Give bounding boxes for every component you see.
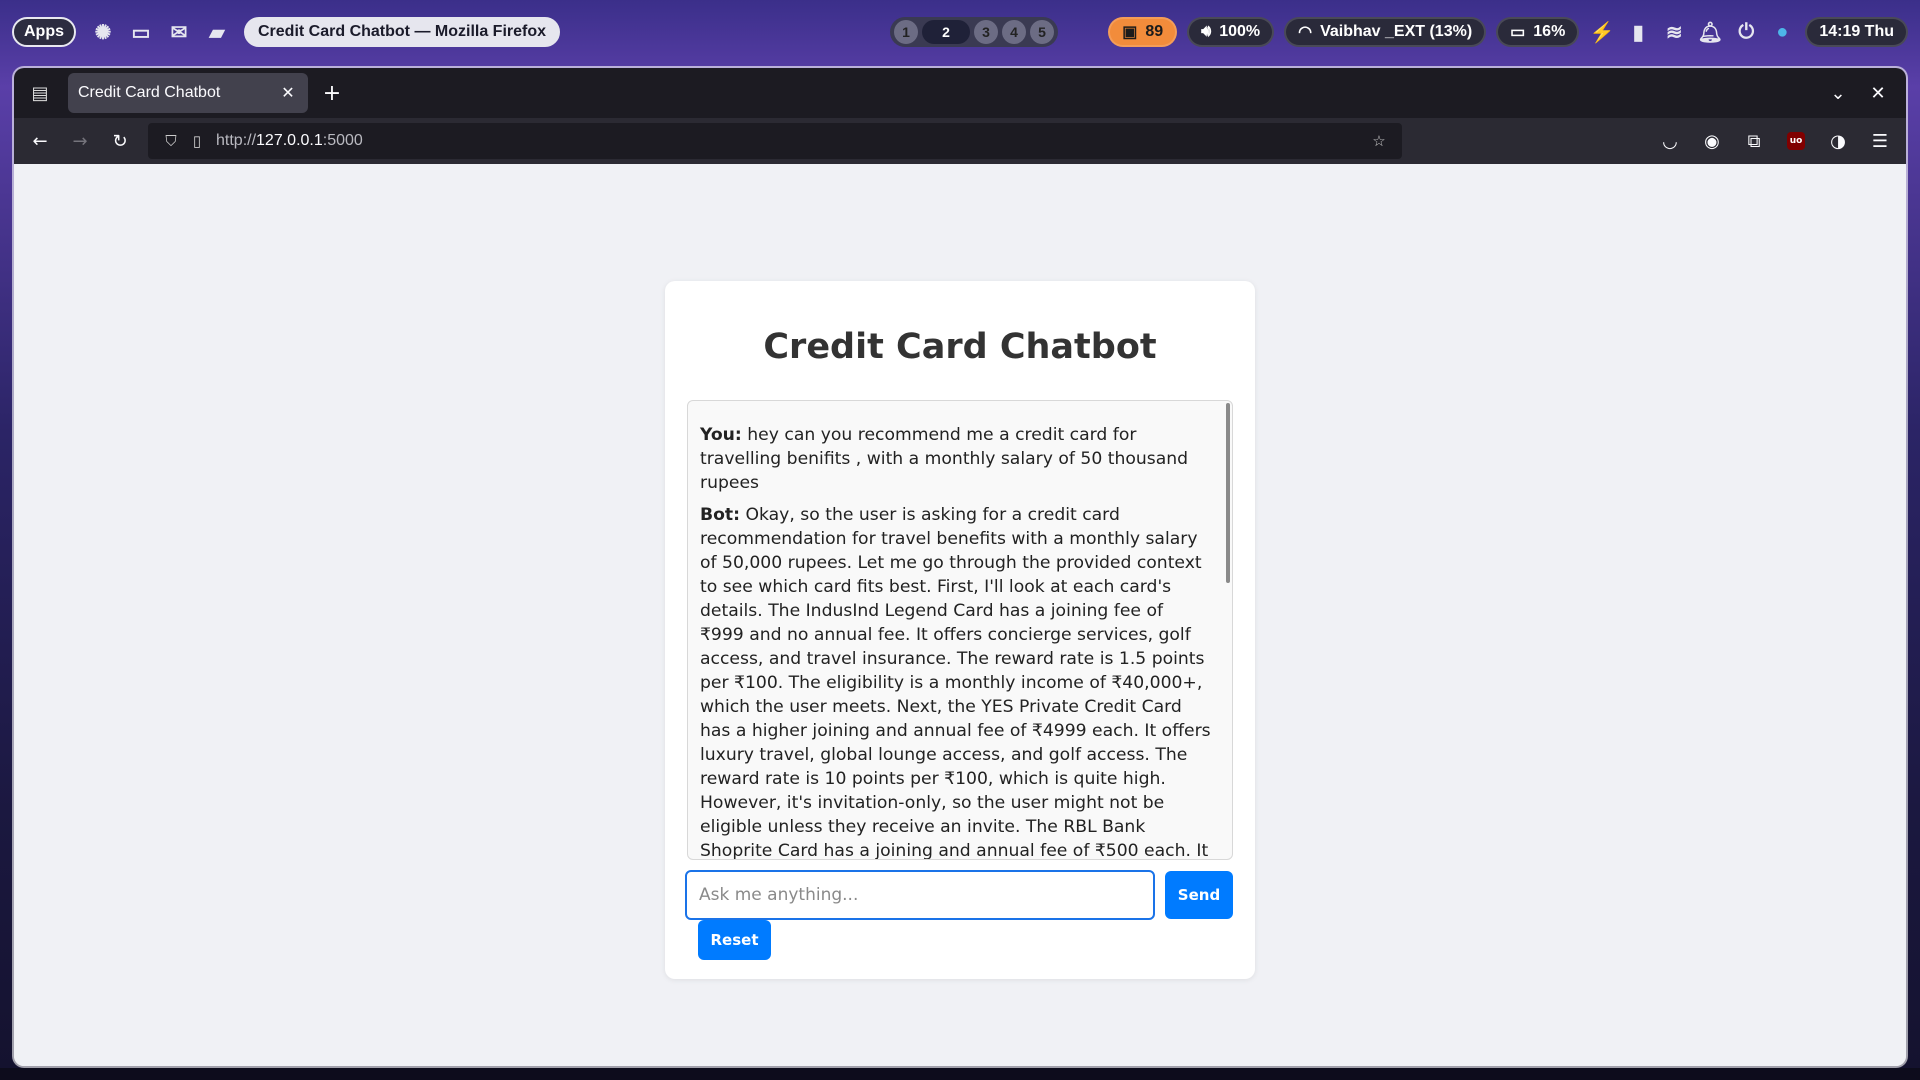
send-button[interactable]: Send xyxy=(1165,871,1233,919)
chat-message-user: You: hey can you recommend me a credit c… xyxy=(700,423,1220,495)
new-tab-icon[interactable]: + xyxy=(314,75,350,111)
wifi-icon: ◠ xyxy=(1298,24,1313,41)
power-icon[interactable]: ⏻ xyxy=(1733,17,1759,47)
workspace-4[interactable]: 4 xyxy=(1002,20,1027,44)
tab-list-chevron-down-icon[interactable]: ⌄ xyxy=(1818,75,1858,111)
reload-icon[interactable]: ↻ xyxy=(100,123,140,159)
workspace-5[interactable]: 5 xyxy=(1030,20,1055,44)
chat-message-bot: Bot: Okay, so the user is asking for a c… xyxy=(700,503,1220,860)
workspace-1[interactable]: 1 xyxy=(894,20,919,44)
address-bar[interactable]: ⛉ ▯ http://127.0.0.1:5000 ☆ xyxy=(148,123,1402,159)
url-text[interactable]: http://127.0.0.1:5000 xyxy=(216,132,1366,150)
tab-strip: ▤ Credit Card Chatbot ✕ + ⌄ ✕ xyxy=(14,68,1906,118)
message-text: hey can you recommend me a credit card f… xyxy=(700,425,1189,493)
close-window-icon[interactable]: ✕ xyxy=(1858,75,1898,111)
volume-level: 100% xyxy=(1219,23,1261,40)
active-window-title: Credit Card Chatbot — Mozilla Firefox xyxy=(244,17,561,47)
wifi-indicator[interactable]: ◠ Vaibhav _EXT (13%) xyxy=(1284,17,1487,47)
chat-input[interactable] xyxy=(685,870,1155,920)
message-text: Okay, so the user is asking for a credit… xyxy=(700,505,1211,860)
forward-arrow-icon[interactable]: → xyxy=(60,123,100,159)
system-top-bar: Apps ✺ ▭ ✉ ▰ Credit Card Chatbot — Mozil… xyxy=(0,0,1920,64)
browser-window: ▤ Credit Card Chatbot ✕ + ⌄ ✕ ← → ↻ ⛉ ▯ … xyxy=(14,68,1906,1066)
page-info-icon[interactable]: ▯ xyxy=(184,132,210,150)
desktop-bottom-edge xyxy=(0,1068,1920,1080)
updates-count: 89 xyxy=(1145,23,1164,40)
chatbot-card: Credit Card Chatbot You: hey can you rec… xyxy=(665,281,1255,979)
chat-history[interactable]: You: hey can you recommend me a credit c… xyxy=(687,400,1233,860)
battery-indicator[interactable]: ▭ 16% xyxy=(1496,17,1580,47)
reset-button[interactable]: Reset xyxy=(698,920,771,960)
workspace-switcher: 1 2 3 4 5 xyxy=(890,17,1059,47)
workspace-3[interactable]: 3 xyxy=(974,20,999,44)
battery-level: 16% xyxy=(1533,23,1566,40)
ublock-origin-icon[interactable]: uo xyxy=(1776,123,1816,159)
updates-indicator[interactable]: ▣ 89 xyxy=(1108,17,1178,47)
wifi-name: Vaibhav _EXT (13%) xyxy=(1320,23,1473,40)
workspace-2[interactable]: 2 xyxy=(922,20,971,44)
extension-eye-icon[interactable]: ◑ xyxy=(1818,123,1858,159)
page-title: Credit Card Chatbot xyxy=(763,327,1157,367)
bookmark-star-icon[interactable]: ☆ xyxy=(1366,132,1392,150)
clock[interactable]: 14:19 Thu xyxy=(1805,17,1908,47)
shield-icon[interactable]: ⛉ xyxy=(158,133,184,150)
layers-icon[interactable]: ≋ xyxy=(1661,17,1687,47)
status-area: ▣ 89 🔊︎ 100% ◠ Vaibhav _EXT (13%) ▭ 16% … xyxy=(1108,17,1908,47)
stats-icon[interactable]: ▮ xyxy=(1625,17,1651,47)
message-speaker: You: xyxy=(700,425,742,445)
notification-bell-icon[interactable]: 🔔︎ xyxy=(1697,17,1723,47)
mail-icon[interactable]: ✉ xyxy=(160,17,198,47)
avatar-icon[interactable]: ● xyxy=(1769,17,1795,47)
message-speaker: Bot: xyxy=(700,505,740,525)
files-icon[interactable]: ▭ xyxy=(122,17,160,47)
url-scheme: http:// xyxy=(216,132,257,149)
sidebar-toggle-icon[interactable]: ▤ xyxy=(22,75,58,111)
chat-input-row: Send xyxy=(685,870,1235,920)
navigation-bar: ← → ↻ ⛉ ▯ http://127.0.0.1:5000 ☆ ◡ ◉ ⧉ … xyxy=(14,118,1906,164)
package-icon: ▣ xyxy=(1122,24,1138,41)
page-content: Credit Card Chatbot You: hey can you rec… xyxy=(14,164,1906,1066)
extensions-icon[interactable]: ⧉ xyxy=(1734,123,1774,159)
url-port: :5000 xyxy=(322,132,363,149)
folder-icon[interactable]: ▰ xyxy=(198,17,236,47)
apps-button[interactable]: Apps xyxy=(12,17,76,47)
url-host: 127.0.0.1 xyxy=(256,132,323,149)
power-profile-icon[interactable]: ⚡ xyxy=(1589,17,1615,47)
chat-scrollbar[interactable] xyxy=(1226,403,1230,583)
tab-title: Credit Card Chatbot xyxy=(78,84,221,101)
back-arrow-icon[interactable]: ← xyxy=(20,123,60,159)
volume-indicator[interactable]: 🔊︎ 100% xyxy=(1187,17,1275,47)
toolbar-right: ◡ ◉ ⧉ uo ◑ ☰ xyxy=(1650,123,1900,159)
tab-credit-card-chatbot[interactable]: Credit Card Chatbot ✕ xyxy=(68,73,308,113)
account-icon[interactable]: ◉ xyxy=(1692,123,1732,159)
pocket-icon[interactable]: ◡ xyxy=(1650,123,1690,159)
chatgpt-icon[interactable]: ✺ xyxy=(84,17,122,47)
close-tab-icon[interactable]: ✕ xyxy=(278,83,298,103)
speaker-icon: 🔊︎ xyxy=(1201,23,1212,40)
menu-hamburger-icon[interactable]: ☰ xyxy=(1860,123,1900,159)
battery-icon: ▭ xyxy=(1510,24,1526,41)
